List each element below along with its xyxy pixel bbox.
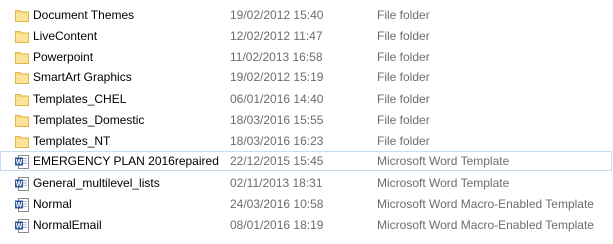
file-row[interactable]: Document Themes 19/02/2012 15:40 File fold…: [0, 5, 612, 25]
file-name[interactable]: Templates_NT: [33, 134, 110, 149]
folder-icon: [15, 114, 29, 127]
date-modified: 06/01/2016 14:40: [230, 92, 324, 106]
file-type: File folder: [377, 92, 430, 106]
date-modified: 12/02/2012 11:47: [230, 29, 323, 43]
file-row[interactable]: Templates_Domestic 18/03/2016 15:55 File f…: [0, 110, 612, 130]
file-row[interactable]: W General_multilevel_lists 02/11/2013 18:3…: [0, 173, 612, 193]
date-modified: 02/11/2013 18:31: [230, 176, 323, 190]
file-type: Microsoft Word Template: [377, 154, 510, 168]
folder-icon: [15, 30, 29, 43]
file-name[interactable]: Normal: [33, 197, 72, 212]
date-modified: 22/12/2015 15:45: [230, 154, 324, 168]
svg-text:W: W: [16, 181, 23, 188]
file-row[interactable]: LiveContent 12/02/2012 11:47 File folder: [0, 26, 612, 46]
file-name[interactable]: SmartArt Graphics: [33, 70, 132, 85]
file-type: File folder: [377, 70, 430, 84]
folder-icon: [15, 93, 29, 106]
word-template-icon: W: [15, 219, 29, 233]
folder-icon: [15, 9, 29, 22]
date-modified: 24/03/2016 10:58: [230, 197, 324, 211]
file-name[interactable]: Powerpoint: [33, 50, 93, 65]
file-name[interactable]: Templates_Domestic: [33, 113, 144, 128]
file-row[interactable]: W Normal 24/03/2016 10:58 Microsoft Word Ma…: [0, 194, 612, 214]
folder-icon: [15, 71, 29, 84]
file-type: File folder: [377, 29, 430, 43]
file-type: Microsoft Word Macro-Enabled Template: [377, 218, 594, 232]
word-template-icon: W: [15, 177, 29, 191]
folder-icon: [15, 51, 29, 64]
date-modified: 18/03/2016 16:23: [230, 134, 324, 148]
svg-text:W: W: [16, 159, 23, 166]
file-type: File folder: [377, 134, 430, 148]
file-row[interactable]: Templates_CHEL 06/01/2016 14:40 File folde…: [0, 89, 612, 109]
folder-icon: [15, 135, 29, 148]
file-type: Microsoft Word Macro-Enabled Template: [377, 197, 594, 211]
file-name[interactable]: NormalEmail: [33, 218, 102, 233]
file-name[interactable]: Document Themes: [33, 8, 134, 23]
date-modified: 19/02/2012 15:19: [230, 70, 324, 84]
file-type: File folder: [377, 8, 430, 22]
date-modified: 19/02/2012 15:40: [230, 8, 324, 22]
svg-text:W: W: [16, 202, 23, 209]
file-row[interactable]: Powerpoint 11/02/2013 16:58 File folder: [0, 47, 612, 67]
file-name[interactable]: Templates_CHEL: [33, 92, 126, 107]
file-type: File folder: [377, 50, 430, 64]
file-row[interactable]: W NormalEmail 08/01/2016 18:19 Microsoft Wo…: [0, 215, 612, 235]
date-modified: 08/01/2016 18:19: [230, 218, 324, 232]
date-modified: 18/03/2016 15:55: [230, 113, 324, 127]
svg-text:W: W: [16, 223, 23, 230]
file-list: Document Themes 19/02/2012 15:40 File fold…: [0, 0, 613, 244]
word-template-icon: W: [15, 198, 29, 212]
file-row[interactable]: W EMERGENCY PLAN 2016repaired 22/12/2015 1…: [0, 151, 612, 171]
word-template-icon: W: [15, 155, 29, 169]
date-modified: 11/02/2013 16:58: [230, 50, 323, 64]
file-name[interactable]: General_multilevel_lists: [33, 176, 160, 191]
file-type: Microsoft Word Template: [377, 176, 510, 190]
file-name[interactable]: LiveContent: [33, 29, 97, 44]
file-row[interactable]: SmartArt Graphics 19/02/2012 15:19 File fo…: [0, 67, 612, 87]
file-row[interactable]: Templates_NT 18/03/2016 16:23 File folder: [0, 131, 612, 151]
file-name[interactable]: EMERGENCY PLAN 2016repaired: [33, 154, 219, 169]
file-type: File folder: [377, 113, 430, 127]
